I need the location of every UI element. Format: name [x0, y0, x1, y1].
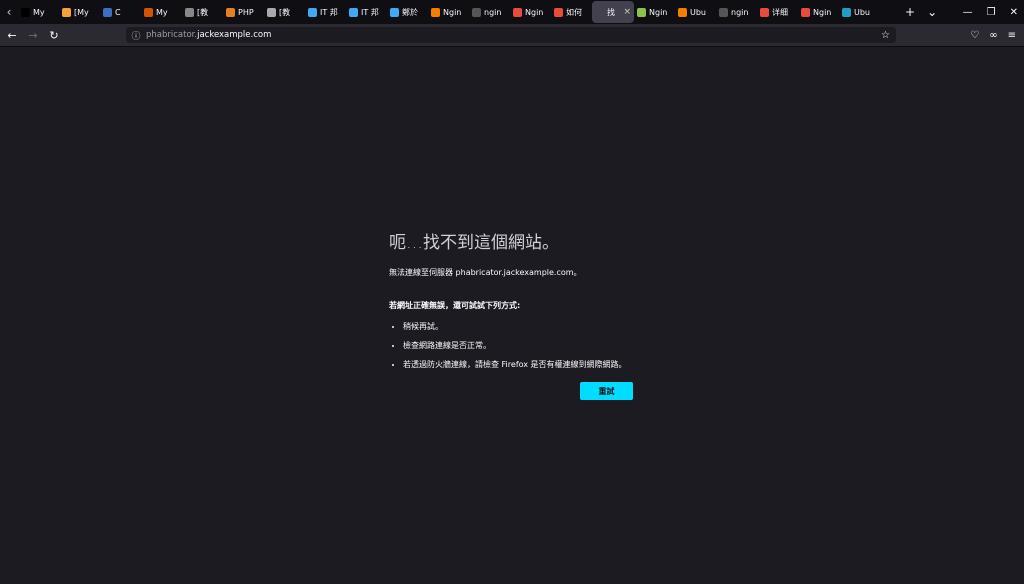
back-icon[interactable]: ←	[3, 29, 21, 42]
tab-label: IT 邦	[361, 7, 379, 17]
page-content: 呃…找不到這個網站。 無法連線至伺服器 phabricator.jackexam…	[0, 47, 1024, 584]
tab[interactable]: My	[18, 1, 59, 23]
tab-label: 找	[607, 7, 615, 17]
tab-label: ngin	[484, 7, 502, 17]
android-icon	[637, 7, 646, 17]
tab-label: My	[33, 7, 45, 17]
bracket-icon	[21, 7, 30, 17]
tab[interactable]: My	[141, 1, 182, 23]
suggestion-item: 稍候再試。	[403, 321, 649, 332]
error-container: 呃…找不到這個網站。 無法連線至伺服器 phabricator.jackexam…	[389, 228, 649, 400]
tab[interactable]: Ngin	[798, 1, 839, 23]
gear-icon	[103, 7, 112, 17]
csdn-icon	[554, 7, 563, 17]
tab[interactable]: IT 邦	[305, 1, 346, 23]
list-all-tabs-icon[interactable]: ⌄	[927, 5, 937, 19]
tab[interactable]: [教	[264, 1, 305, 23]
tab-label: Ngin	[649, 7, 668, 17]
toolbar-right: ♡ ∞ ≡	[970, 30, 1016, 41]
close-tab-icon[interactable]: ×	[623, 7, 631, 17]
tab-label: 如何	[566, 7, 582, 17]
tab[interactable]: PHP	[223, 1, 264, 23]
ubuntu-icon	[842, 7, 851, 17]
tab-label: Ngin	[443, 7, 462, 17]
window-controls: — ❐ ✕	[963, 0, 1018, 24]
tab[interactable]: [My	[59, 1, 100, 23]
tab-label: PHP	[238, 7, 254, 17]
tab-label: IT 邦	[320, 7, 338, 17]
url-prefix: phabricator.	[146, 30, 198, 40]
tab-scroll-left-icon[interactable]: ‹	[0, 5, 18, 19]
csdn-icon	[760, 7, 769, 17]
tab-label: Ngin	[813, 7, 832, 17]
error-title: 呃…找不到這個網站。	[389, 233, 559, 253]
site-info-icon[interactable]: ⓘ	[126, 29, 146, 42]
tab[interactable]: 如何	[551, 1, 592, 23]
tab-label: C	[115, 7, 121, 17]
pocket-icon[interactable]: ♡	[970, 30, 979, 41]
doc-icon	[267, 7, 276, 17]
php-icon	[226, 7, 235, 17]
blogger-icon	[431, 7, 440, 17]
tab-label: [教	[279, 7, 291, 17]
tab-label: 详细	[772, 7, 788, 17]
tab-label: ngin	[731, 7, 749, 17]
new-tab-icon[interactable]: +	[905, 5, 915, 19]
csdn-icon	[513, 7, 522, 17]
google-icon	[472, 7, 481, 17]
tab[interactable]: Ubu	[675, 1, 716, 23]
tab[interactable]: ngin	[716, 1, 757, 23]
info-icon	[595, 7, 604, 17]
user-icon	[185, 7, 194, 17]
tab[interactable]: 鄭於	[387, 1, 428, 23]
error-subheading: 若網址正確無誤，還可試試下列方式:	[389, 301, 521, 310]
tab-label: [教	[197, 7, 209, 17]
tab-bar: ‹ My [My C My [教 PHP [教 IT 邦 IT 邦 鄭於 Ngin ngin Ngin 如…	[0, 0, 1024, 24]
tab[interactable]: [教	[182, 1, 223, 23]
tab-label: 鄭於	[402, 7, 418, 17]
tab-label: Ngin	[525, 7, 544, 17]
tab[interactable]: 找 ×	[592, 1, 634, 23]
tab[interactable]: IT 邦	[346, 1, 387, 23]
url-host: jackexample.com	[197, 30, 272, 40]
retry-button[interactable]: 重試	[580, 382, 633, 400]
tab-actions: + ⌄	[905, 0, 937, 24]
reload-icon[interactable]: ↻	[45, 29, 63, 42]
blog-icon	[390, 7, 399, 17]
menu-icon[interactable]: ≡	[1008, 30, 1016, 41]
tab-label: Ubu	[854, 7, 871, 17]
error-description: 無法連線至伺服器 phabricator.jackexample.com。	[389, 268, 582, 277]
minimize-icon[interactable]: —	[963, 7, 973, 18]
ithome-icon	[308, 7, 317, 17]
csdn-icon	[801, 7, 810, 17]
ithome-icon	[349, 7, 358, 17]
suggestion-list: 稍候再試。 檢查網路連線是否正常。 若透過防火牆連線，請檢查 Firefox 是…	[389, 321, 649, 370]
tab-label: [My	[74, 7, 89, 17]
private-mask-icon[interactable]: ∞	[989, 30, 997, 41]
edit-icon	[62, 7, 71, 17]
url-text[interactable]: phabricator.jackexample.com	[146, 30, 271, 40]
bookmark-star-icon[interactable]: ☆	[881, 30, 890, 41]
tab[interactable]: Ngin	[428, 1, 469, 23]
url-bar[interactable]: ⓘ phabricator.jackexample.com ☆	[126, 27, 896, 43]
close-window-icon[interactable]: ✕	[1010, 7, 1018, 18]
nav-bar: ← → ↻ ⓘ phabricator.jackexample.com ☆ ♡ …	[0, 24, 1024, 47]
restore-icon[interactable]: ❐	[987, 7, 996, 18]
blogger-icon	[678, 7, 687, 17]
tab[interactable]: Ubu	[839, 1, 880, 23]
tab[interactable]: Ngin	[634, 1, 675, 23]
tab-label: My	[156, 7, 168, 17]
mysql-icon	[144, 7, 153, 17]
suggestion-item: 檢查網路連線是否正常。	[403, 340, 649, 351]
tab-strip: My [My C My [教 PHP [教 IT 邦 IT 邦鄭於 Ngin ngin Ngin 如何找…	[18, 0, 880, 24]
tab-label: Ubu	[690, 7, 707, 17]
suggestion-item: 若透過防火牆連線，請檢查 Firefox 是否有權連線到網際網路。	[403, 359, 649, 370]
google-icon	[719, 7, 728, 17]
tab[interactable]: 详细	[757, 1, 798, 23]
tab[interactable]: C	[100, 1, 141, 23]
tab[interactable]: ngin	[469, 1, 510, 23]
forward-icon[interactable]: →	[24, 29, 42, 42]
tab[interactable]: Ngin	[510, 1, 551, 23]
